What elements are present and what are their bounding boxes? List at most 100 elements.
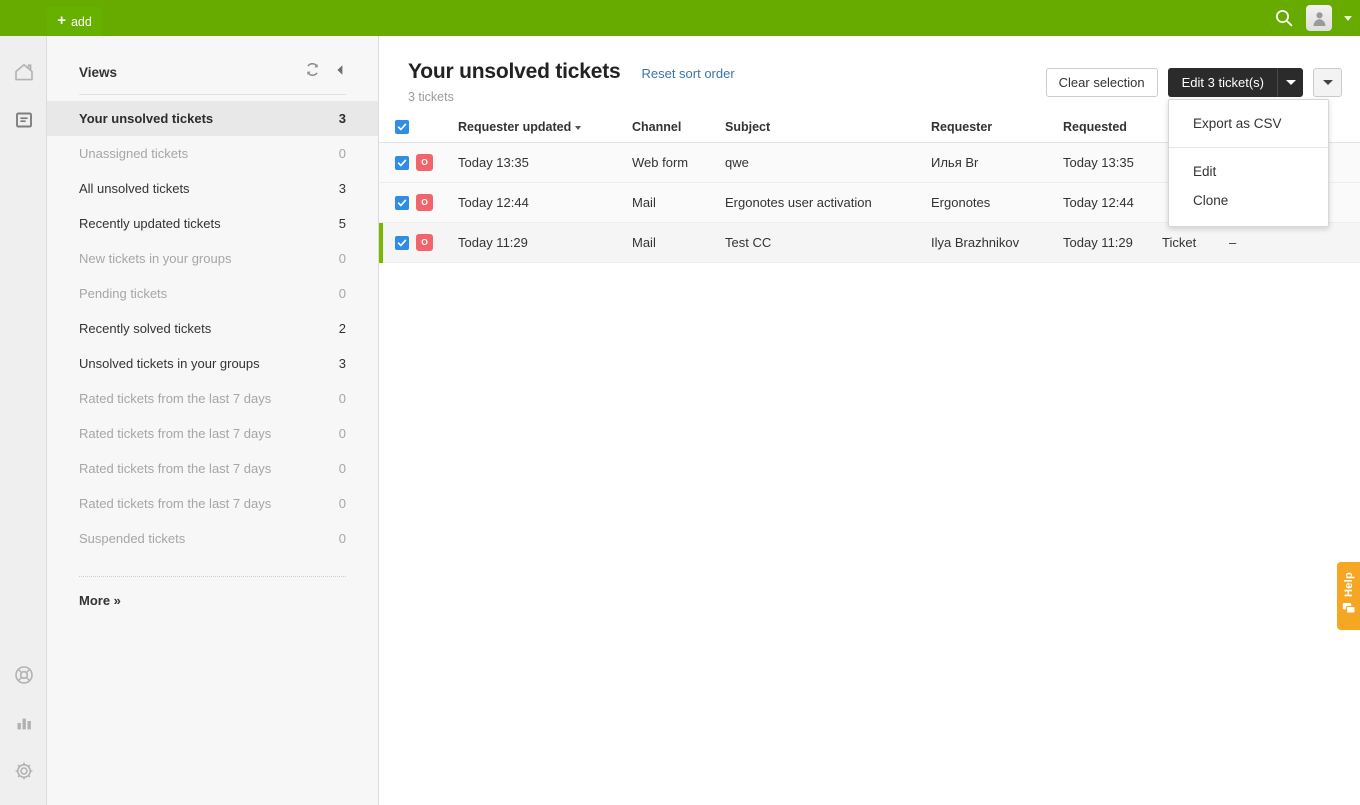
cell-requester-updated: Today 12:44	[458, 195, 529, 210]
sidebar-item-label: Suspended tickets	[79, 531, 186, 546]
cell-type: Ticket	[1162, 235, 1197, 250]
edit-tickets-dropdown-toggle[interactable]	[1278, 68, 1303, 97]
plus-icon: +	[57, 12, 66, 29]
sidebar-item-rated-tickets-from-the-last-7-days[interactable]: Rated tickets from the last 7 days 0	[47, 416, 378, 451]
status-glyph: O	[421, 157, 428, 168]
sidebar-item-label: Recently updated tickets	[79, 216, 221, 231]
status-glyph: O	[421, 197, 428, 208]
refresh-icon[interactable]	[305, 62, 320, 82]
rail-item-tickets[interactable]	[0, 98, 47, 146]
column-header-subject[interactable]: Subject	[725, 120, 931, 134]
cell-channel: Mail	[632, 235, 656, 250]
sidebar-item-label: New tickets in your groups	[79, 251, 232, 266]
sidebar-item-label: Rated tickets from the last 7 days	[79, 391, 272, 406]
sidebar-item-label: Rated tickets from the last 7 days	[79, 461, 272, 476]
home-icon	[13, 61, 35, 88]
row-status-cell: O	[416, 154, 458, 171]
sidebar-item-rated-tickets-from-the-last-7-days[interactable]: Rated tickets from the last 7 days 0	[47, 381, 378, 416]
column-header-requester[interactable]: Requester	[931, 120, 1063, 134]
views-title: Views	[79, 64, 118, 80]
column-header-requester-updated[interactable]: Requester updated	[458, 120, 632, 134]
search-icon[interactable]	[1274, 8, 1294, 28]
row-select-cell	[379, 235, 416, 250]
icon-rail-bottom-group	[0, 653, 47, 797]
sidebar-item-count: 5	[338, 216, 346, 231]
avatar[interactable]	[1306, 5, 1332, 31]
sidebar-item-rated-tickets-from-the-last-7-days[interactable]: Rated tickets from the last 7 days 0	[47, 486, 378, 521]
row-checkbox[interactable]	[395, 195, 409, 210]
rail-item-settings[interactable]	[0, 749, 47, 797]
status-glyph: O	[421, 237, 428, 248]
cell-extra: –	[1229, 235, 1237, 250]
clear-selection-button[interactable]: Clear selection	[1045, 68, 1158, 97]
more-actions-button[interactable]	[1313, 68, 1342, 97]
open-status-icon: O	[416, 154, 433, 171]
edit-actions-dropdown-menu: Export as CSV Edit Clone	[1168, 99, 1329, 227]
cell-channel: Web form	[632, 155, 689, 170]
icon-rail	[0, 36, 47, 805]
cell-channel: Mail	[632, 195, 656, 210]
cell-subject: Ergonotes user activation	[725, 195, 872, 210]
menu-divider	[1169, 147, 1328, 148]
sidebar-item-rated-tickets-from-the-last-7-days[interactable]: Rated tickets from the last 7 days 0	[47, 451, 378, 486]
views-divider	[79, 94, 346, 95]
column-header-requested[interactable]: Requested	[1063, 120, 1162, 134]
sidebar-item-label: Pending tickets	[79, 286, 168, 301]
icon-rail-top-group	[0, 50, 47, 146]
bar-chart-icon	[13, 712, 35, 739]
sidebar-item-count: 0	[338, 531, 346, 546]
row-checkbox[interactable]	[395, 235, 409, 250]
sidebar-item-count: 3	[338, 111, 346, 126]
sidebar-item-recently-solved-tickets[interactable]: Recently solved tickets 2	[47, 311, 378, 346]
rail-item-support[interactable]	[0, 653, 47, 701]
add-tab-button[interactable]: + add	[47, 7, 102, 36]
sidebar-item-count: 0	[338, 146, 346, 161]
sidebar-item-unassigned-tickets[interactable]: Unassigned tickets 0	[47, 136, 378, 171]
menu-item-export-as-csv[interactable]: Export as CSV	[1169, 109, 1328, 138]
rail-item-home[interactable]	[0, 50, 47, 98]
sidebar-item-recently-updated-tickets[interactable]: Recently updated tickets 5	[47, 206, 378, 241]
select-all-checkbox[interactable]	[395, 120, 409, 134]
rail-item-reports[interactable]	[0, 701, 47, 749]
sidebar-item-new-tickets-in-your-groups[interactable]: New tickets in your groups 0	[47, 241, 378, 276]
sidebar-item-your-unsolved-tickets[interactable]: Your unsolved tickets 3	[47, 101, 378, 136]
sidebar-item-label: Rated tickets from the last 7 days	[79, 496, 272, 511]
reset-sort-order-link[interactable]: Reset sort order	[641, 66, 734, 81]
chevron-down-icon	[1322, 80, 1333, 85]
sidebar-item-suspended-tickets[interactable]: Suspended tickets 0	[47, 521, 378, 556]
cell-requester: Илья Br	[931, 155, 979, 170]
table-row[interactable]: O Today 11:29 Mail Test CC Ilya Brazhnikov To…	[379, 223, 1360, 263]
sidebar-item-all-unsolved-tickets[interactable]: All unsolved tickets 3	[47, 171, 378, 206]
column-header-channel[interactable]: Channel	[632, 120, 725, 134]
edit-tickets-button[interactable]: Edit 3 ticket(s)	[1167, 68, 1278, 97]
app-root: + add Views Your unsolved tickets 3 Unas…	[0, 0, 1360, 805]
top-bar-right	[1274, 0, 1352, 36]
row-select-cell	[379, 195, 416, 210]
help-tab-button[interactable]: Help	[1337, 562, 1360, 630]
select-all-cell	[379, 120, 416, 134]
add-tab-label: add	[70, 14, 92, 29]
chevron-left-icon[interactable]	[334, 63, 346, 82]
cell-requested: Today 13:35	[1063, 155, 1134, 170]
row-accent-bar	[379, 223, 383, 263]
sidebar-item-label: Unsolved tickets in your groups	[79, 356, 260, 371]
sidebar-item-count: 0	[338, 461, 346, 476]
row-checkbox[interactable]	[395, 155, 409, 170]
menu-item-edit[interactable]: Edit	[1169, 157, 1328, 186]
sidebar-item-count: 3	[338, 356, 346, 371]
header-actions: Clear selection Edit 3 ticket(s)	[1045, 68, 1342, 97]
more-views-link[interactable]: More »	[47, 577, 378, 608]
cell-requested: Today 12:44	[1063, 195, 1134, 210]
sidebar-item-pending-tickets[interactable]: Pending tickets 0	[47, 276, 378, 311]
help-tab-label: Help	[1342, 572, 1355, 598]
column-label: Requester updated	[458, 120, 572, 134]
cell-requester: Ilya Brazhnikov	[931, 235, 1020, 250]
sidebar-item-count: 3	[338, 181, 346, 196]
menu-item-clone[interactable]: Clone	[1169, 186, 1328, 215]
chevron-down-icon[interactable]	[1344, 15, 1352, 21]
sidebar-item-unsolved-tickets-in-your-groups[interactable]: Unsolved tickets in your groups 3	[47, 346, 378, 381]
cell-requester: Ergonotes	[931, 195, 991, 210]
cell-subject: qwe	[725, 155, 749, 170]
top-bar: + add	[0, 0, 1360, 36]
views-header: Views	[47, 36, 378, 82]
